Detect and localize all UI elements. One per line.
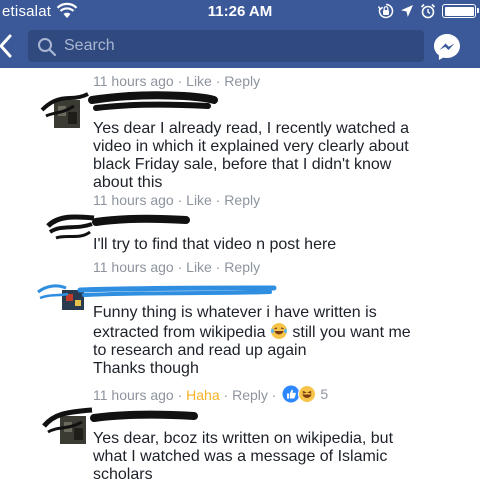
status-bar: etisalat 11:26 AM [0,0,480,24]
like-link[interactable]: Like [186,192,212,208]
location-icon [401,5,413,17]
comment-meta: 11 hours ago · Like · Reply [93,192,261,208]
screen-lock-icon [378,3,394,19]
search-input[interactable]: Search [28,30,424,62]
battery-icon [442,4,479,18]
comment-meta: 11 hours ago · Haha · Reply · 5 [93,385,329,403]
redacted-name [77,285,277,297]
comment-meta: 11 hours ago · Like · Reply [93,73,261,89]
comment-time: 11 hours ago [93,73,174,89]
comment-line-part: still you want me [292,324,411,341]
comment-time: 11 hours ago [93,387,174,403]
avatar[interactable] [40,92,90,132]
redacted-name [88,91,218,111]
comment-line: about this [93,174,163,191]
comment-text: Funny thing is whatever i have written i… [93,304,473,378]
comment-line: I'll try to find that video n post here [93,236,337,253]
comment-text: Yes dear I already read, I recently watc… [93,120,473,192]
search-icon [38,38,57,57]
comment-line: extracted from wikipedia still you want … [93,322,473,342]
avatar[interactable] [46,210,96,248]
reply-link[interactable]: Reply [232,387,268,403]
comment-line: Yes dear, bcoz its written on wikipedia,… [93,430,394,447]
alarm-icon [420,3,436,19]
haha-reaction-link[interactable]: Haha [186,387,219,403]
comment-line: what I watched was a message of Islamic [93,448,388,465]
comment-time: 11 hours ago [93,259,174,275]
haha-reaction-icon [298,385,317,403]
comment-line: Funny thing is whatever i have written i… [93,304,377,321]
comment-line: Thanks though [93,360,199,377]
comment-line: black Friday sale, before that I didn't … [93,156,392,173]
redacted-name [90,410,198,422]
back-arrow-icon[interactable] [0,32,18,60]
comment-line-part: extracted from wikipedia [93,324,266,341]
reply-link[interactable]: Reply [224,192,260,208]
nav-bar: Search [0,24,480,68]
reaction-count: 5 [320,386,329,402]
comment-line: Yes dear I already read, I recently watc… [93,120,410,137]
messenger-icon[interactable] [432,32,462,62]
comment-time: 11 hours ago [93,192,174,208]
comment-meta: 11 hours ago · Like · Reply [93,259,261,275]
avatar[interactable] [42,404,94,448]
comment-thread: 11 hours ago · Like · Reply Yes dear I a… [0,68,480,480]
comment-text: I'll try to find that video n post here [93,236,473,254]
comment-line: video in which it explained very clearly… [93,138,409,155]
comment-line: scholars [93,466,153,480]
comment-text: Yes dear, bcoz its written on wikipedia,… [93,430,473,480]
laughing-emoji-icon [270,323,287,339]
search-placeholder: Search [64,37,115,54]
reply-link[interactable]: Reply [224,73,260,89]
like-link[interactable]: Like [186,259,212,275]
redacted-name [92,214,190,226]
reply-link[interactable]: Reply [224,259,260,275]
comment-line: to research and read up again [93,342,307,359]
like-link[interactable]: Like [186,73,212,89]
reaction-summary[interactable]: 5 [282,385,328,403]
